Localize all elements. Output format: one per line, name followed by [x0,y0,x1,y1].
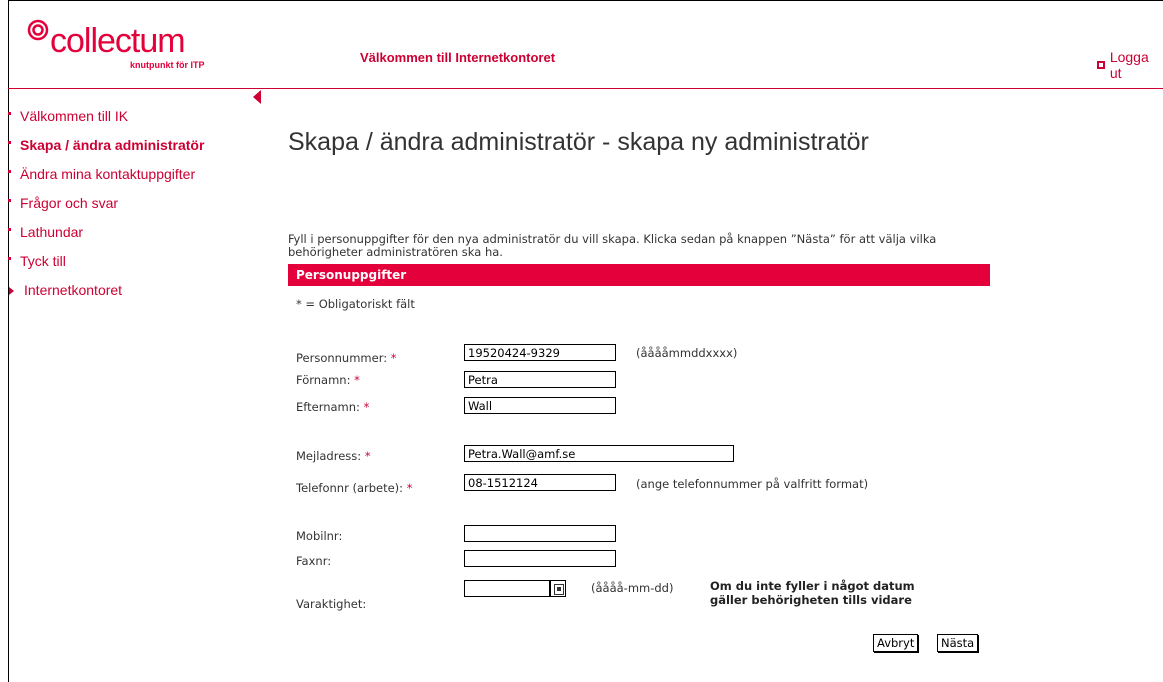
sidebar-item-skapa-andra-administrator[interactable]: Skapa / ändra administratör [8,137,248,166]
required-mark: * [363,400,370,414]
label-text: Förnamn: [296,373,351,387]
fornamn-input[interactable] [464,371,616,388]
personnummer-label: Personnummer: * [296,351,397,365]
required-mark: * [364,449,371,463]
varaktighet-label: Varaktighet: [296,597,367,611]
logo-swirl-icon [27,19,49,41]
logo-wordmark: collectum [50,22,186,60]
collapse-sidebar-arrow-icon[interactable] [253,90,261,104]
faxnr-label: Faxnr: [296,554,332,568]
label-text: Efternamn: [296,400,360,414]
sidebar-nav: Välkommen till IK Skapa / ändra administ… [8,108,248,311]
sidebar-item-label: Internetkontoret [24,282,123,298]
required-mark: * [406,481,413,495]
sidebar-item-kontaktuppgifter[interactable]: Ändra mina kontaktuppgifter [8,166,248,195]
sidebar-item-label: Lathundar [20,224,84,240]
varaktighet-note-line-2: gäller behörigheten tills vidare [710,593,912,607]
varaktighet-note-line-1: Om du inte fyller i något datum [710,579,915,593]
mobilnr-label: Mobilnr: [296,529,343,543]
sidebar-item-label: Skapa / ändra administratör [20,137,205,153]
label-text: Telefonnr (arbete): [296,481,404,495]
logo-tagline: knutpunkt för ITP [130,60,205,70]
efternamn-input[interactable] [464,397,616,414]
logout-link[interactable]: Logga ut [1097,49,1163,81]
mobilnr-input[interactable] [464,525,616,542]
bullet-icon [8,112,11,115]
date-format-hint: (åååå-mm-dd) [591,581,674,595]
logout-icon [1097,61,1105,69]
personnummer-input[interactable] [464,344,616,361]
page-frame [8,0,1163,682]
bullet-icon [8,199,11,202]
cancel-button[interactable]: Avbryt [873,634,919,652]
header-divider [8,88,1163,89]
arrow-right-icon [9,287,14,295]
telefon-label: Telefonnr (arbete): * [296,481,412,495]
label-text: Personnummer: [296,351,388,365]
sidebar-item-valkommen[interactable]: Välkommen till IK [8,108,248,137]
bullet-icon [8,228,11,231]
label-text: Mejladress: [296,449,362,463]
required-field-note: * = Obligatoriskt fält [296,297,415,311]
next-button[interactable]: Nästa [937,634,979,652]
bullet-icon [8,257,11,260]
mejladress-input[interactable] [464,445,734,462]
bullet-icon [8,170,11,173]
intro-text: Fyll i personuppgifter för den nya admin… [288,232,937,259]
sidebar-item-label: Frågor och svar [20,195,119,211]
sidebar-item-label: Tyck till [20,253,66,269]
sidebar-item-lathundar[interactable]: Lathundar [8,224,248,253]
faxnr-input[interactable] [464,550,616,567]
logout-label: Logga ut [1109,49,1149,81]
required-mark: * [354,373,360,387]
welcome-heading: Välkommen till Internetkontoret [360,50,556,65]
sidebar-item-label: Välkommen till IK [20,108,129,124]
sidebar-item-tyck-till[interactable]: Tyck till [8,253,248,282]
bullet-icon [8,141,11,144]
section-header-personuppgifter: Personuppgifter [288,264,990,286]
sidebar-item-label: Ändra mina kontaktuppgifter [20,166,196,182]
sidebar-item-fragor-och-svar[interactable]: Frågor och svar [8,195,248,224]
fornamn-label: Förnamn: * [296,373,360,387]
efternamn-label: Efternamn: * [296,400,369,414]
required-mark: * [390,351,397,365]
page-title: Skapa / ändra administratör - skapa ny a… [288,128,869,156]
telefon-input[interactable] [464,474,616,491]
varaktighet-note: Om du inte fyller i något datum gäller b… [710,579,915,607]
personnummer-format-hint: (ååååmmddxxxx) [636,346,738,360]
calendar-icon[interactable] [550,580,566,597]
telefon-format-hint: (ange telefonnummer på valfritt format) [636,477,869,491]
mejladress-label: Mejladress: * [296,449,371,463]
varaktighet-date-input[interactable] [464,580,550,597]
sidebar-item-internetkontoret[interactable]: Internetkontoret [8,282,248,311]
header: collectum knutpunkt för ITP Välkommen ti… [8,0,1163,88]
